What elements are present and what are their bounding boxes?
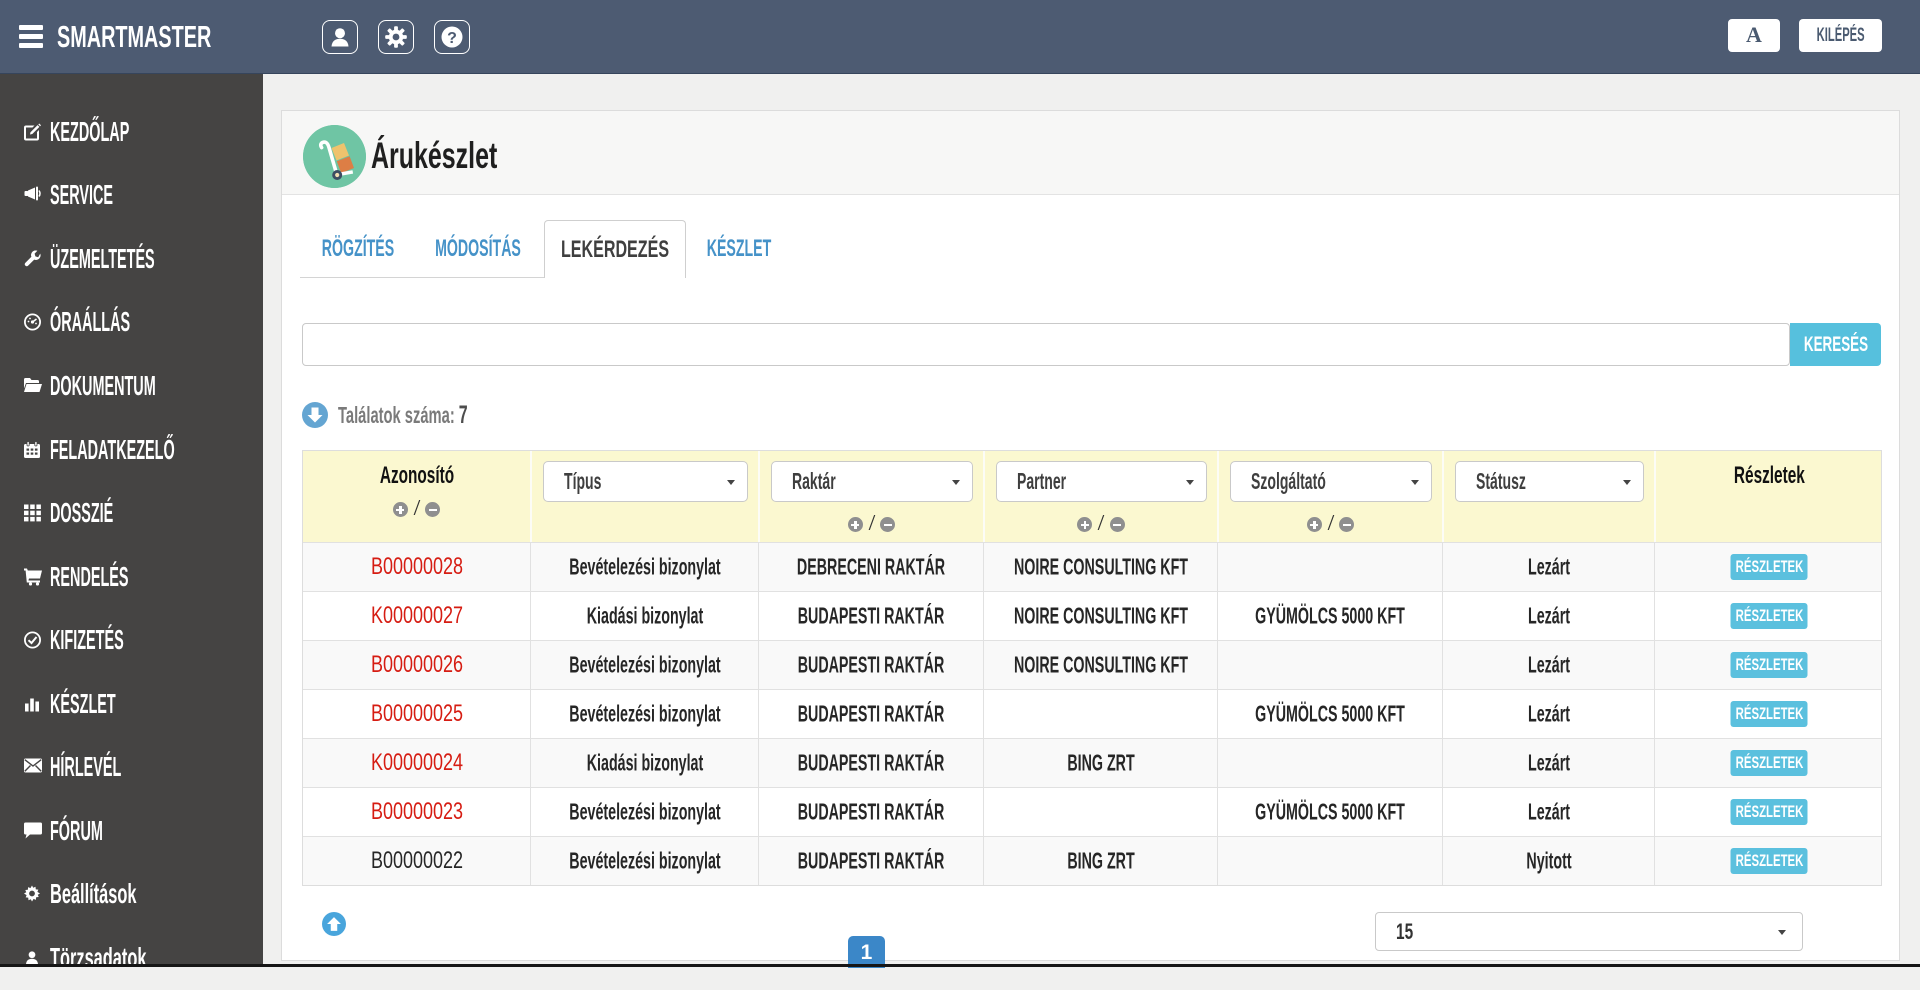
svg-text:?: ? xyxy=(447,30,457,47)
